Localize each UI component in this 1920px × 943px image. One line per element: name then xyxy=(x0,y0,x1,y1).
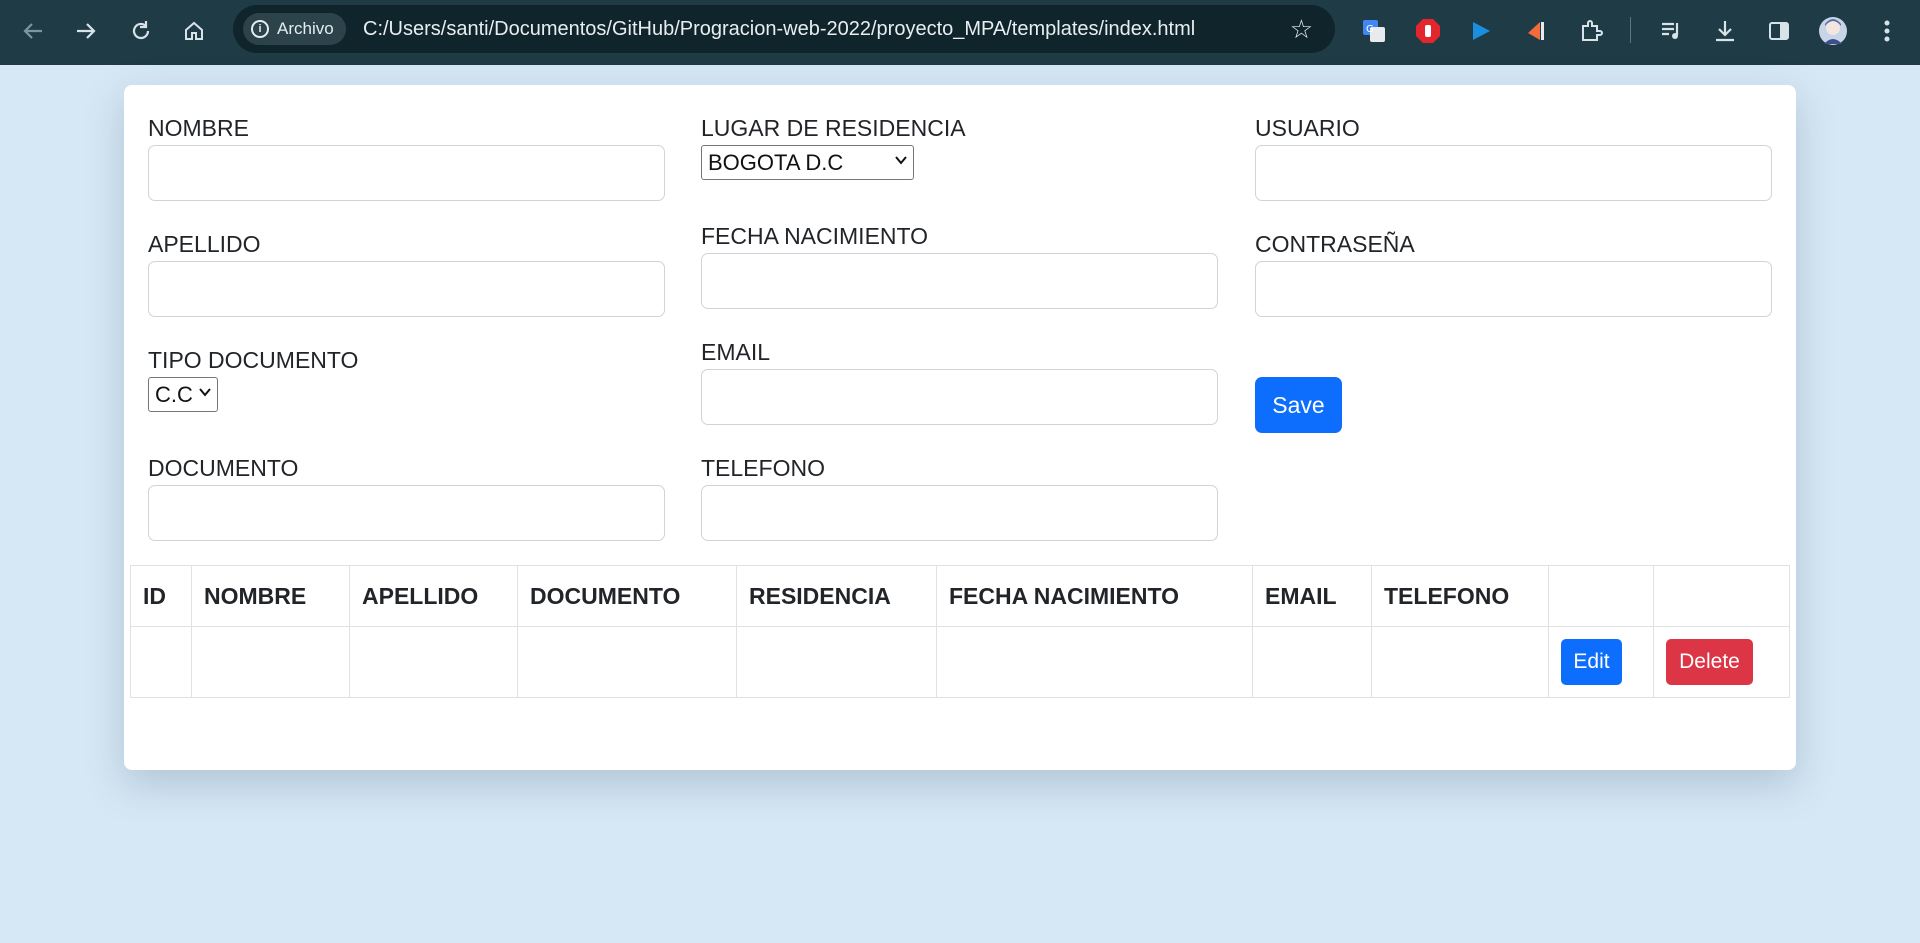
column-header-email: EMAIL xyxy=(1252,565,1372,627)
email-label: EMAIL xyxy=(701,339,771,365)
browser-toolbar: i Archivo C:/Users/santi/Documentos/GitH… xyxy=(0,0,1920,65)
column-header-edit xyxy=(1548,565,1654,627)
table-cell-email xyxy=(1252,626,1372,698)
chevron-down-icon xyxy=(895,156,907,165)
star-icon[interactable]: ☆ xyxy=(1290,15,1313,43)
contrasena-input[interactable] xyxy=(1255,261,1772,317)
back-arrow-icon[interactable] xyxy=(14,12,52,50)
usuario-label: USUARIO xyxy=(1255,115,1360,141)
forward-arrow-icon[interactable] xyxy=(67,12,105,50)
table-header-row: ID NOMBRE APELLIDO DOCUMENTO RESIDENCIA … xyxy=(130,565,1790,627)
column-header-nombre: NOMBRE xyxy=(191,565,350,627)
contrasena-label: CONTRASEÑA xyxy=(1255,231,1415,257)
users-table: ID NOMBRE APELLIDO DOCUMENTO RESIDENCIA … xyxy=(130,565,1790,698)
column-header-delete xyxy=(1653,565,1790,627)
table-row: Edit Delete xyxy=(130,626,1790,698)
download-icon[interactable] xyxy=(1706,12,1744,50)
residencia-label: LUGAR DE RESIDENCIA xyxy=(701,115,966,141)
column-header-fecha-nacimiento: FECHA NACIMIENTO xyxy=(936,565,1253,627)
tipo-documento-select[interactable]: C.C xyxy=(148,377,218,412)
residencia-select[interactable]: BOGOTA D.C xyxy=(701,145,914,180)
extensions-puzzle-icon[interactable] xyxy=(1572,12,1610,50)
fecha-nacimiento-label: FECHA NACIMIENTO xyxy=(701,223,929,249)
nombre-label: NOMBRE xyxy=(148,115,249,141)
column-header-residencia: RESIDENCIA xyxy=(736,565,937,627)
table-cell-nombre xyxy=(191,626,350,698)
table-cell-edit: Edit xyxy=(1548,626,1654,698)
tipo-documento-value: C.C xyxy=(155,381,193,407)
save-button[interactable]: Save xyxy=(1255,377,1342,433)
table-cell-id xyxy=(130,626,192,698)
translate-extension-icon[interactable]: G xyxy=(1355,12,1393,50)
toolbar-separator xyxy=(1630,17,1631,43)
info-icon: i xyxy=(251,20,269,38)
table-cell-apellido xyxy=(349,626,518,698)
column-header-id: ID xyxy=(130,565,192,627)
menu-kebab-icon[interactable] xyxy=(1868,12,1906,50)
side-panel-icon[interactable] xyxy=(1760,12,1798,50)
column-header-documento: DOCUMENTO xyxy=(517,565,737,627)
profile-avatar-icon[interactable] xyxy=(1814,12,1852,50)
fecha-nacimiento-input[interactable] xyxy=(701,253,1218,309)
site-info-label: Archivo xyxy=(277,19,334,38)
reload-icon[interactable] xyxy=(122,12,160,50)
table-cell-telefono xyxy=(1371,626,1549,698)
apellido-input[interactable] xyxy=(148,261,665,317)
adblock-extension-icon[interactable] xyxy=(1409,12,1447,50)
column-header-telefono: TELEFONO xyxy=(1371,565,1549,627)
usuario-input[interactable] xyxy=(1255,145,1772,201)
table-cell-fecha-nacimiento xyxy=(936,626,1253,698)
table-cell-residencia xyxy=(736,626,937,698)
registration-card: NOMBRE APELLIDO TIPO DOCUMENTO C.C DOCUM… xyxy=(124,85,1796,770)
delete-button[interactable]: Delete xyxy=(1666,639,1753,685)
media-queue-icon[interactable] xyxy=(1653,12,1691,50)
edit-button[interactable]: Edit xyxy=(1561,639,1622,685)
svg-text:G: G xyxy=(1366,24,1374,35)
email-input[interactable] xyxy=(701,369,1218,425)
nombre-input[interactable] xyxy=(148,145,665,201)
address-bar[interactable]: i Archivo C:/Users/santi/Documentos/GitH… xyxy=(233,5,1335,53)
telefono-input[interactable] xyxy=(701,485,1218,541)
site-info-chip[interactable]: i Archivo xyxy=(243,13,346,45)
apellido-label: APELLIDO xyxy=(148,231,261,257)
tipo-documento-label: TIPO DOCUMENTO xyxy=(148,347,359,373)
home-icon[interactable] xyxy=(175,12,213,50)
residencia-value: BOGOTA D.C xyxy=(708,149,844,175)
ruler-extension-icon[interactable] xyxy=(1517,12,1555,50)
column-header-apellido: APELLIDO xyxy=(349,565,518,627)
chevron-down-icon xyxy=(199,388,211,397)
play-extension-icon[interactable] xyxy=(1462,12,1500,50)
table-cell-documento xyxy=(517,626,737,698)
telefono-label: TELEFONO xyxy=(701,455,825,481)
documento-label: DOCUMENTO xyxy=(148,455,299,481)
documento-input[interactable] xyxy=(148,485,665,541)
table-cell-delete: Delete xyxy=(1653,626,1790,698)
url-text[interactable]: C:/Users/santi/Documentos/GitHub/Prograc… xyxy=(363,5,1195,53)
